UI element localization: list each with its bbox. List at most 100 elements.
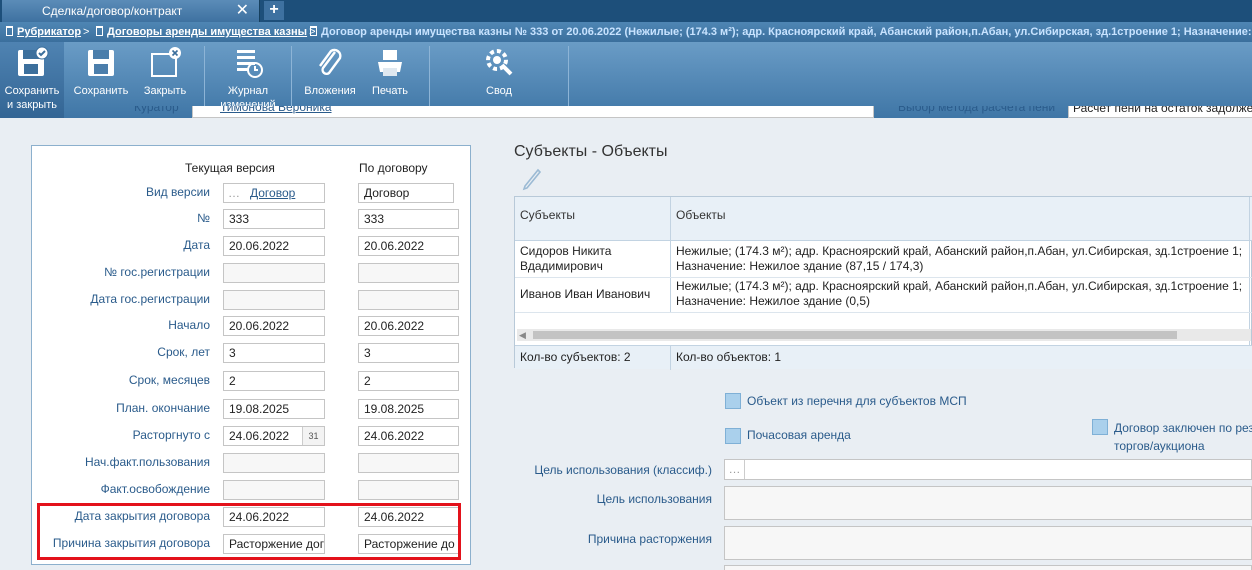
field-label: Факт.освобождение bbox=[100, 482, 210, 496]
field-label: Расторгнуто с bbox=[132, 428, 210, 442]
contract-version-field[interactable]: 2 bbox=[358, 371, 459, 391]
contract-version-field[interactable] bbox=[358, 480, 459, 500]
breadcrumb: Рубрикатор > Договоры аренды имущества ка… bbox=[0, 22, 1252, 42]
usage-purpose-field[interactable] bbox=[724, 486, 1252, 520]
field-value: Договор bbox=[364, 186, 410, 200]
field-value: 20.06.2022 bbox=[364, 239, 425, 253]
field-value: 19.08.2025 bbox=[229, 402, 290, 416]
field-value: 19.08.2025 bbox=[364, 402, 425, 416]
breadcrumb-current: Договор аренды имущества казны № 333 от … bbox=[310, 22, 1252, 42]
journal-icon bbox=[237, 50, 263, 78]
field-value: 3 bbox=[364, 346, 371, 360]
scroll-left-icon[interactable]: ◀ bbox=[519, 329, 526, 341]
field-label: Дата гос.регистрации bbox=[90, 292, 210, 306]
auction-label: Договор заключен по рез торгов/аукциона bbox=[1114, 421, 1252, 453]
subjects-grid: Субъекты Объекты Сидоров Никита Вдадимиро… bbox=[514, 196, 1252, 370]
current-version-field[interactable]: 24.06.2022 31 bbox=[223, 426, 325, 446]
lookup-dots-icon[interactable]: … bbox=[228, 184, 240, 202]
termination-reason-field[interactable] bbox=[724, 526, 1252, 560]
hourly-label: Почасовая аренда bbox=[747, 428, 851, 442]
contract-version-field[interactable] bbox=[358, 453, 459, 473]
close-icon[interactable]: ✕ bbox=[236, 0, 249, 22]
field-label: Срок, лет bbox=[157, 345, 210, 359]
field-label: № гос.регистрации bbox=[104, 265, 210, 279]
current-version-field[interactable]: 2 bbox=[223, 371, 325, 391]
field-value: 24.06.2022 bbox=[229, 429, 290, 443]
current-version-field[interactable]: … Договор bbox=[223, 183, 325, 203]
field-value: 20.06.2022 bbox=[229, 239, 290, 253]
usage-classifier-field[interactable]: … bbox=[724, 459, 1252, 480]
column-header-current: Текущая версия bbox=[185, 161, 275, 175]
penalty-method-row: Выбор метода расчета пени Расчет пени на… bbox=[898, 106, 1252, 118]
field-value: 333 bbox=[364, 212, 385, 226]
horizontal-scrollbar[interactable]: ◀ bbox=[517, 329, 1251, 341]
current-version-field[interactable] bbox=[223, 480, 325, 500]
field-value: 333 bbox=[229, 212, 250, 226]
save-button[interactable]: Сохранить bbox=[68, 42, 134, 118]
tab-deal-contract[interactable]: Сделка/договор/контракт ✕ bbox=[2, 0, 260, 22]
field-label: Дата bbox=[183, 238, 210, 252]
gear-wrench-icon bbox=[486, 49, 513, 76]
list-icon bbox=[310, 26, 317, 36]
field-value: 24.06.2022 bbox=[364, 429, 425, 443]
contract-version-field[interactable]: 19.08.2025 bbox=[358, 399, 459, 419]
floppy-icon bbox=[88, 50, 114, 76]
contract-version-field[interactable]: Договор bbox=[358, 183, 454, 203]
contract-version-field[interactable]: 333 bbox=[358, 209, 459, 229]
column-header-contract: По договору bbox=[359, 161, 428, 175]
lookup-dots-icon[interactable]: … bbox=[725, 460, 745, 479]
current-version-field[interactable]: 20.06.2022 bbox=[223, 316, 325, 336]
column-header-subjects[interactable]: Субъекты bbox=[515, 197, 670, 241]
field-label: Вид версии bbox=[145, 185, 210, 199]
msp-checkbox[interactable] bbox=[725, 393, 741, 409]
field-label: План. окончание bbox=[116, 401, 210, 415]
contract-version-field[interactable] bbox=[358, 263, 459, 283]
subjects-count: Кол-во субъектов: 2 bbox=[520, 350, 631, 364]
scrollbar-thumb[interactable] bbox=[533, 331, 1177, 339]
printer-icon bbox=[378, 50, 402, 76]
field-value: 3 bbox=[229, 346, 236, 360]
pencil-icon[interactable] bbox=[522, 168, 542, 192]
contract-version-field[interactable]: 20.06.2022 bbox=[358, 236, 459, 256]
calendar-icon[interactable]: 31 bbox=[302, 427, 324, 445]
breadcrumb-item-rubricator[interactable]: Рубрикатор > bbox=[6, 22, 89, 42]
current-version-field[interactable]: 19.08.2025 bbox=[223, 399, 325, 419]
field-label: Срок, месяцев bbox=[128, 373, 210, 387]
field-value: 20.06.2022 bbox=[229, 319, 290, 333]
usage-purpose-label: Цель использования bbox=[596, 492, 712, 506]
usage-classifier-label: Цель использования (классиф.) bbox=[534, 463, 712, 477]
add-tab-button[interactable]: + bbox=[264, 1, 284, 20]
list-icon bbox=[96, 26, 103, 36]
contract-version-field[interactable]: 24.06.2022 bbox=[358, 426, 459, 446]
field-label: № bbox=[197, 211, 210, 225]
contract-version-field[interactable]: 20.06.2022 bbox=[358, 316, 459, 336]
save-and-close-button[interactable]: Сохранить и закрыть bbox=[0, 42, 64, 118]
field-label: Нач.факт.пользования bbox=[84, 455, 210, 469]
next-field[interactable] bbox=[724, 565, 1252, 570]
hourly-checkbox[interactable] bbox=[725, 428, 741, 444]
contract-version-field[interactable] bbox=[358, 290, 459, 310]
auction-checkbox[interactable] bbox=[1092, 419, 1108, 435]
breadcrumb-item-contracts[interactable]: Договоры аренды имущества казны > bbox=[96, 22, 316, 42]
current-version-field[interactable]: 3 bbox=[223, 343, 325, 363]
objects-count: Кол-во объектов: 1 bbox=[676, 350, 782, 364]
current-version-field[interactable] bbox=[223, 453, 325, 473]
current-version-field[interactable]: 333 bbox=[223, 209, 325, 229]
field-value: 20.06.2022 bbox=[364, 319, 425, 333]
grid-footer: Кол-во субъектов: 2 Кол-во объектов: 1 bbox=[515, 345, 1252, 370]
termination-reason-label: Причина расторжения bbox=[587, 532, 712, 546]
close-window-icon bbox=[151, 47, 181, 77]
current-version-field[interactable]: 20.06.2022 bbox=[223, 236, 325, 256]
current-version-field[interactable] bbox=[223, 263, 325, 283]
field-value[interactable]: Договор bbox=[250, 186, 295, 200]
current-version-field[interactable] bbox=[223, 290, 325, 310]
contract-version-field[interactable]: 3 bbox=[358, 343, 459, 363]
list-icon bbox=[6, 26, 13, 36]
field-value: 2 bbox=[364, 374, 371, 388]
msp-label: Объект из перечня для субъектов МСП bbox=[747, 394, 967, 408]
subjects-title: Субъекты - Объекты bbox=[514, 143, 668, 160]
paperclip-icon bbox=[319, 48, 342, 76]
row-divider bbox=[515, 277, 1252, 278]
column-header-objects[interactable]: Объекты bbox=[671, 197, 1252, 241]
curator-row: Куратор Тимонова Вероника bbox=[134, 106, 874, 118]
